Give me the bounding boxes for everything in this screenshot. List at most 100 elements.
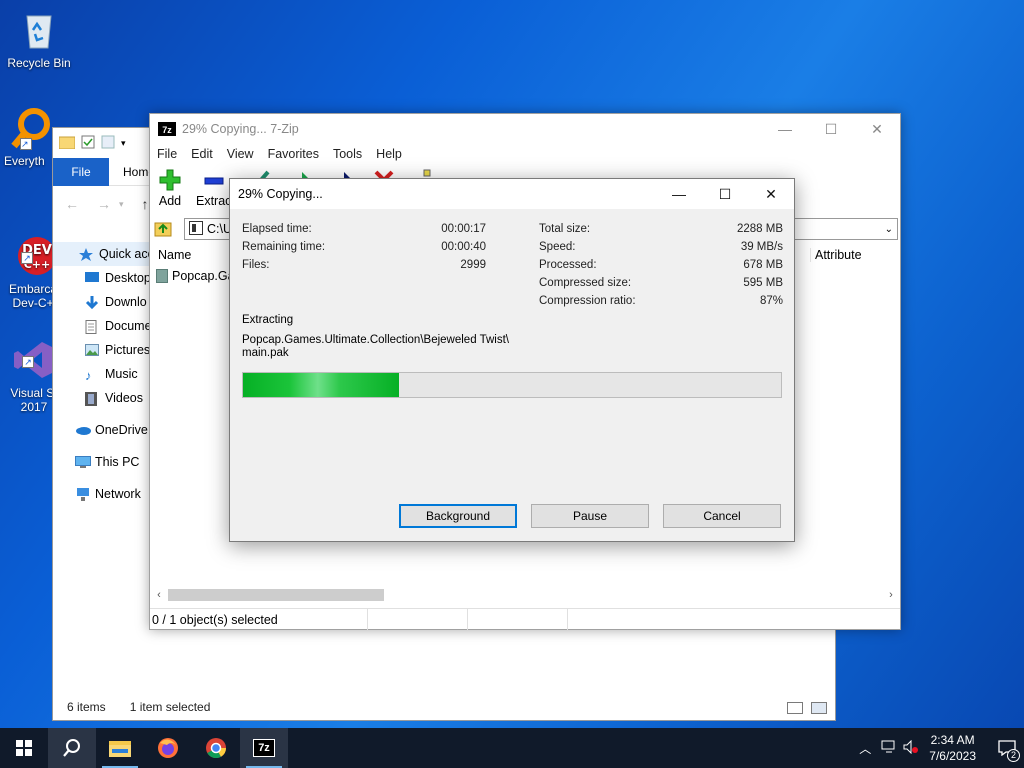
- close-button[interactable]: ✕: [854, 114, 900, 144]
- shortcut-arrow-icon: ↗: [22, 356, 34, 368]
- taskbar-clock[interactable]: 2:34 AM 7/6/2023: [929, 732, 976, 764]
- sevenzip-titlebar: 7z 29% Copying... 7-Zip — ☐ ✕: [150, 114, 900, 144]
- menu-help[interactable]: Help: [376, 147, 402, 161]
- taskbar-7zip[interactable]: 7z: [240, 728, 288, 768]
- sidebar-item-network[interactable]: Network: [53, 482, 153, 506]
- network-tray-icon[interactable]: [881, 740, 897, 757]
- stat-row: Files: 2999: [242, 259, 486, 277]
- taskbar-chrome[interactable]: [192, 728, 240, 768]
- scrollbar-thumb[interactable]: [168, 589, 384, 601]
- path-line: Popcap.Games.Ultimate.Collection\Bejewel…: [242, 334, 509, 346]
- sidebar-item-videos[interactable]: Videos: [53, 386, 153, 410]
- stat-value: 2999: [460, 259, 486, 271]
- taskbar-file-explorer[interactable]: [96, 728, 144, 768]
- dialog-minimize-button[interactable]: —: [656, 179, 702, 209]
- sidebar-item-this-pc[interactable]: This PC: [53, 450, 153, 474]
- stat-label: Remaining time:: [242, 241, 326, 253]
- sidebar-item-onedrive[interactable]: OneDrive: [53, 418, 153, 442]
- dialog-maximize-button[interactable]: ☐: [702, 179, 748, 209]
- column-header-attributes[interactable]: Attribute: [810, 248, 900, 262]
- minimize-button[interactable]: —: [762, 114, 808, 144]
- sidebar-item-music[interactable]: ♪ Music: [53, 362, 153, 386]
- menu-file[interactable]: File: [157, 147, 177, 161]
- pause-button[interactable]: Pause: [531, 504, 649, 528]
- sidebar-item-label: Downlo: [105, 295, 147, 309]
- sidebar-item-quick-access[interactable]: Quick acc: [53, 242, 153, 266]
- sidebar-item-desktop[interactable]: Desktop: [53, 266, 153, 290]
- recent-dropdown-icon[interactable]: ▾: [119, 199, 124, 210]
- taskbar-firefox[interactable]: [144, 728, 192, 768]
- status-cell: [368, 609, 468, 630]
- maximize-button[interactable]: ☐: [808, 114, 854, 144]
- properties-icon[interactable]: [81, 135, 95, 152]
- sidebar-item-label: Docume: [105, 319, 152, 333]
- extract-button[interactable]: Extrac: [196, 168, 231, 208]
- notification-center-button[interactable]: 2: [990, 728, 1024, 768]
- stat-label: Files:: [242, 259, 270, 271]
- menu-tools[interactable]: Tools: [333, 147, 362, 161]
- show-hidden-icons-chevron-icon[interactable]: ︿: [859, 740, 871, 757]
- scroll-right-icon[interactable]: ›: [882, 589, 900, 601]
- stat-value: 2288 MB: [736, 223, 783, 235]
- stat-value: 00:00:40: [441, 241, 486, 253]
- sidebar-item-label: Music: [105, 367, 138, 381]
- large-icons-view-icon[interactable]: [811, 702, 827, 714]
- sidebar-item-documents[interactable]: Docume: [53, 314, 153, 338]
- sevenzip-logo-icon: 7z: [253, 739, 275, 757]
- chrome-icon: [206, 738, 227, 759]
- computer-icon: [75, 456, 91, 468]
- folder-up-icon[interactable]: [154, 218, 178, 240]
- file-row[interactable]: Popcap.Ga: [156, 269, 235, 283]
- dialog-titlebar: 29% Copying... — ☐ ✕: [230, 179, 794, 209]
- start-button[interactable]: [0, 728, 48, 768]
- up-arrow-icon[interactable]: ↑: [142, 196, 149, 212]
- search-button[interactable]: [48, 728, 96, 768]
- desktop-icon-recycle-bin[interactable]: Recycle Bin: [1, 8, 77, 70]
- add-button[interactable]: Add: [158, 168, 182, 208]
- sidebar-item-label: Videos: [105, 391, 143, 405]
- pictures-icon: [85, 344, 99, 356]
- ribbon-tab-file[interactable]: File: [53, 157, 109, 186]
- sidebar-item-pictures[interactable]: Pictures: [53, 338, 153, 362]
- quick-access-dropdown-icon[interactable]: ▾: [121, 138, 126, 149]
- scroll-left-icon[interactable]: ‹: [150, 589, 168, 601]
- visual-studio-icon: ↗: [12, 324, 56, 378]
- sevenzip-menubar: File Edit View Favorites Tools Help: [150, 144, 900, 164]
- path-dropdown-icon[interactable]: ⌄: [885, 224, 893, 235]
- system-tray: ︿ 2:34 AM 7/6/2023 2: [859, 728, 1024, 768]
- selection-count: 1 item selected: [129, 700, 211, 714]
- progress-dialog[interactable]: 29% Copying... — ☐ ✕ Elapsed time: 00:00:…: [229, 178, 795, 542]
- sidebar-item-label: Desktop: [105, 271, 151, 285]
- folder-icon: [109, 741, 131, 757]
- back-arrow-icon[interactable]: ←: [65, 196, 79, 212]
- stat-label: Processed:: [539, 259, 597, 271]
- new-folder-icon[interactable]: [101, 135, 115, 152]
- plus-icon: [158, 168, 182, 192]
- shortcut-arrow-icon: ↗: [21, 252, 33, 264]
- stat-row: Processed: 678 MB: [539, 259, 783, 277]
- stat-row: Speed: 39 MB/s: [539, 241, 783, 259]
- stat-row: Compressed size: 595 MB: [539, 277, 783, 295]
- stat-value: 00:00:17: [441, 223, 486, 235]
- horizontal-scrollbar[interactable]: ‹ ›: [150, 586, 900, 604]
- stat-label: Compression ratio:: [539, 295, 636, 307]
- details-view-icon[interactable]: [787, 702, 803, 714]
- stat-row: Remaining time: 00:00:40: [242, 241, 486, 259]
- cancel-button[interactable]: Cancel: [663, 504, 781, 528]
- film-icon: [85, 392, 99, 406]
- menu-edit[interactable]: Edit: [191, 147, 213, 161]
- progress-fill: [243, 373, 400, 397]
- sidebar-item-downloads[interactable]: Downlo: [53, 290, 153, 314]
- menu-favorites[interactable]: Favorites: [268, 147, 319, 161]
- forward-arrow-icon[interactable]: →: [97, 196, 111, 212]
- stat-value: 87%: [759, 295, 783, 307]
- drive-icon: [189, 220, 203, 238]
- dialog-title: 29% Copying...: [238, 187, 323, 201]
- dialog-close-button[interactable]: ✕: [748, 179, 794, 209]
- stat-row: Elapsed time: 00:00:17: [242, 223, 486, 241]
- sidebar-item-label: Network: [95, 487, 141, 501]
- menu-view[interactable]: View: [227, 147, 254, 161]
- volume-muted-icon[interactable]: [903, 739, 919, 757]
- desktop-icon: [85, 272, 99, 284]
- background-button[interactable]: Background: [399, 504, 517, 528]
